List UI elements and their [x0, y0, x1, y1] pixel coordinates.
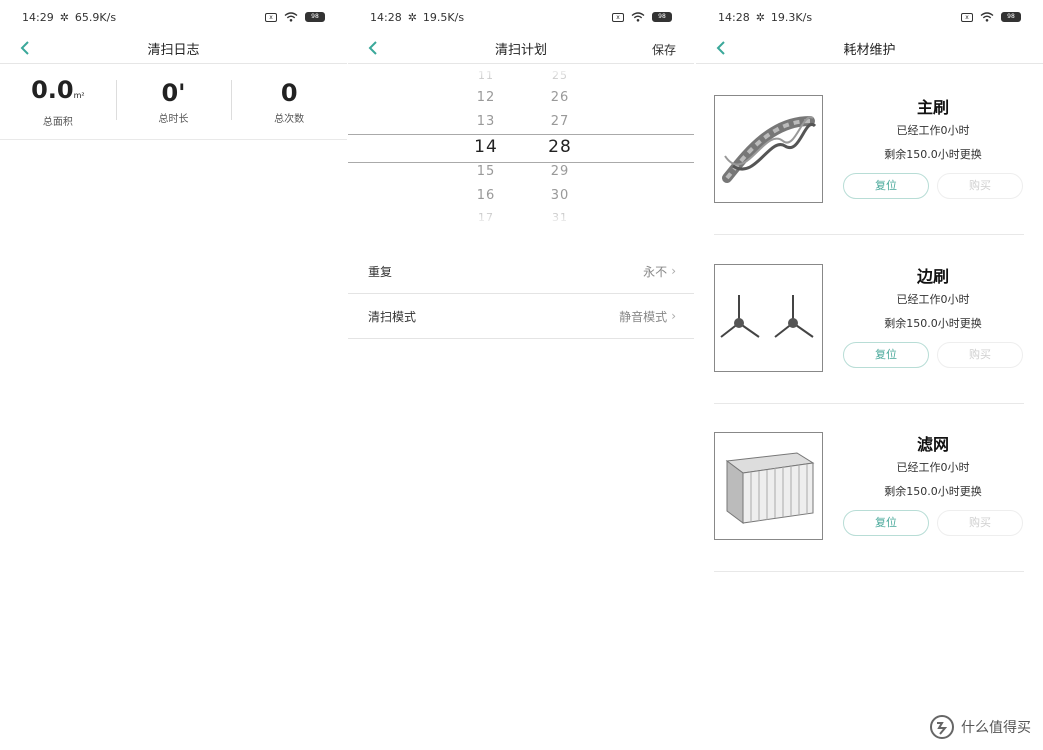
consumable-main-brush: 主刷 已经工作0小时 剩余150.0小时更换 复位 购买: [714, 95, 1024, 235]
stat-label: 总时长: [158, 114, 189, 125]
status-time: 14:29: [22, 10, 54, 24]
status-bar: 14:28 ✲ 19.3K/s x 98: [696, 0, 1043, 34]
reset-button[interactable]: 复位: [843, 173, 929, 199]
stat-value: 0': [161, 79, 186, 107]
wifi-icon: [631, 12, 645, 22]
picker-divider: [348, 162, 694, 163]
remaining-hours: 剩余150.0小时更换: [884, 148, 982, 161]
consumable-name: 主刷: [916, 98, 949, 117]
picker-item[interactable]: 29: [530, 160, 590, 184]
picker-item-selected[interactable]: 28: [530, 134, 590, 160]
chevron-right-icon: ›: [671, 309, 676, 323]
picker-item[interactable]: 26: [530, 86, 590, 110]
sim-icon: x: [961, 12, 973, 22]
picker-item-selected[interactable]: 14: [456, 134, 516, 160]
battery-icon: 98: [652, 12, 672, 22]
watermark-logo-icon: [930, 715, 954, 739]
stats-summary: 0.0m² 总面积 0' 总时长 0 总次数: [0, 64, 347, 140]
nav-bar: 耗材维护: [696, 34, 1043, 64]
worked-hours: 已经工作0小时: [896, 293, 970, 306]
consumable-filter: 滤网 已经工作0小时 剩余150.0小时更换 复位 购买: [714, 432, 1024, 572]
clean-mode-setting-row[interactable]: 清扫模式 静音模式 ›: [348, 294, 694, 339]
status-bar: 14:28 ✲ 19.5K/s x 98: [348, 0, 694, 34]
picker-item[interactable]: 13: [456, 110, 516, 134]
main-brush-image: [714, 95, 823, 203]
setting-value: 永不: [643, 264, 668, 279]
screen-cleaning-plan: 14:28 ✲ 19.5K/s x 98 清扫计划 保存 11 12 13 14…: [348, 0, 694, 750]
stat-label: 总面积: [42, 117, 73, 128]
sim-icon: x: [612, 12, 624, 22]
stat-total-count: 0 总次数: [231, 78, 347, 125]
remaining-hours: 剩余150.0小时更换: [884, 485, 982, 498]
consumable-side-brush: 边刷 已经工作0小时 剩余150.0小时更换 复位 购买: [714, 264, 1024, 404]
picker-item[interactable]: 27: [530, 110, 590, 134]
buy-button[interactable]: 购买: [937, 342, 1023, 368]
picker-item[interactable]: 12: [456, 86, 516, 110]
filter-image: [714, 432, 823, 540]
buy-button[interactable]: 购买: [937, 173, 1023, 199]
buy-button[interactable]: 购买: [937, 510, 1023, 536]
worked-hours: 已经工作0小时: [896, 461, 970, 474]
back-arrow-icon[interactable]: [714, 38, 730, 58]
chevron-right-icon: ›: [671, 264, 676, 278]
gear-icon: ✲: [59, 10, 69, 24]
wifi-icon: [980, 12, 994, 22]
reset-button[interactable]: 复位: [843, 342, 929, 368]
consumable-name: 滤网: [916, 435, 949, 454]
nav-bar: 清扫计划 保存: [348, 34, 694, 64]
network-speed: 19.3K/s: [770, 10, 813, 24]
reset-button[interactable]: 复位: [843, 510, 929, 536]
side-brush-image: [714, 264, 823, 372]
battery-icon: 98: [1001, 12, 1021, 22]
setting-label: 重复: [368, 264, 393, 279]
wifi-icon: [284, 12, 298, 22]
picker-fade: [348, 214, 694, 226]
stat-label: 总次数: [274, 114, 305, 125]
battery-icon: 98: [305, 12, 325, 22]
picker-divider: [348, 134, 694, 135]
watermark: 什么值得买: [929, 714, 1031, 740]
minute-column[interactable]: 25 26 27 28 29 30 31: [530, 66, 590, 228]
picker-item[interactable]: 30: [530, 184, 590, 208]
watermark-text: 什么值得买: [961, 720, 1031, 736]
setting-value: 静音模式: [619, 309, 668, 324]
network-speed: 19.5K/s: [422, 10, 465, 24]
status-time: 14:28: [718, 10, 750, 24]
setting-label: 清扫模式: [368, 309, 417, 324]
hour-column[interactable]: 11 12 13 14 15 16 17: [456, 66, 516, 228]
consumable-name: 边刷: [916, 267, 949, 286]
page-title: 耗材维护: [843, 43, 896, 58]
screen-consumables: 14:28 ✲ 19.3K/s x 98 耗材维护 主刷 已经工作0小时 剩余1…: [696, 0, 1043, 750]
gear-icon: ✲: [755, 10, 765, 24]
remaining-hours: 剩余150.0小时更换: [884, 317, 982, 330]
stat-value: 0: [280, 79, 298, 107]
repeat-setting-row[interactable]: 重复 永不 ›: [348, 249, 694, 294]
stat-total-area: 0.0m² 总面积: [0, 75, 116, 128]
page-title: 清扫计划: [494, 43, 547, 58]
stat-unit: m²: [73, 91, 85, 100]
stat-value: 0.0: [31, 76, 74, 104]
time-picker[interactable]: 11 12 13 14 15 16 17 25 26 27 28 29 30 3…: [348, 66, 694, 226]
picker-fade: [348, 66, 694, 78]
picker-item[interactable]: 15: [456, 160, 516, 184]
page-title: 清扫日志: [147, 43, 200, 58]
status-bar: 14:29 ✲ 65.9K/s x 98: [0, 0, 347, 34]
network-speed: 65.9K/s: [74, 10, 117, 24]
nav-bar: 清扫日志: [0, 34, 347, 64]
sim-icon: x: [265, 12, 277, 22]
stat-total-time: 0' 总时长: [115, 78, 232, 125]
status-time: 14:28: [370, 10, 402, 24]
worked-hours: 已经工作0小时: [896, 124, 970, 137]
save-button[interactable]: 保存: [652, 41, 676, 58]
back-arrow-icon[interactable]: [366, 38, 382, 58]
picker-item[interactable]: 16: [456, 184, 516, 208]
back-arrow-icon[interactable]: [18, 38, 34, 58]
gear-icon: ✲: [407, 10, 417, 24]
screen-cleaning-log: 14:29 ✲ 65.9K/s x 98 清扫日志 0.0m² 总面积 0' 总…: [0, 0, 347, 750]
